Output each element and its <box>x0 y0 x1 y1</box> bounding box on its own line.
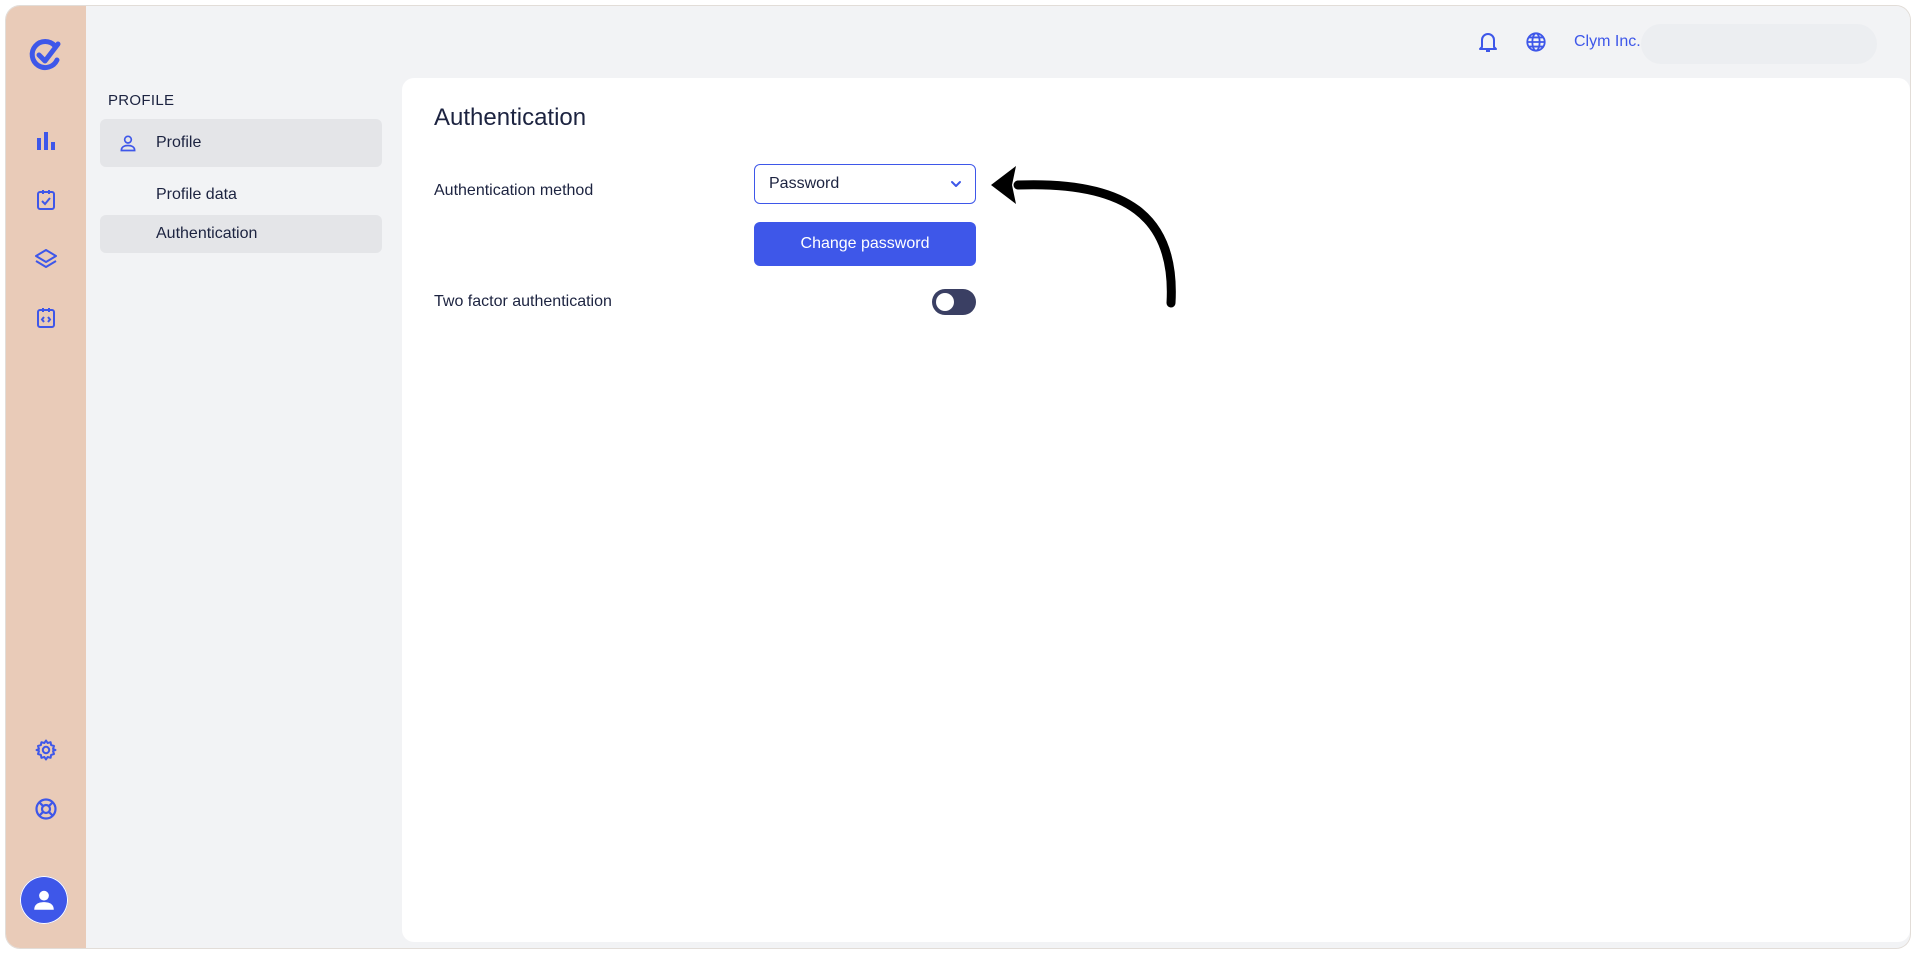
tasks-icon[interactable] <box>28 182 64 218</box>
layers-icon[interactable] <box>28 241 64 277</box>
app-window: Clym Inc. PROFILE Profile Profile data A… <box>6 6 1910 948</box>
toggle-knob <box>936 293 954 311</box>
auth-method-select[interactable]: Password <box>754 164 976 204</box>
user-avatar-button[interactable] <box>20 876 68 924</box>
top-bar: Clym Inc. <box>86 6 1910 76</box>
icon-rail <box>6 6 86 948</box>
main-area: Clym Inc. PROFILE Profile Profile data A… <box>86 6 1910 948</box>
sidebar-item-profile-data[interactable]: Profile data <box>100 176 382 214</box>
sidebar-item-label: Authentication <box>156 225 258 242</box>
user-avatar-icon <box>34 890 54 910</box>
two-factor-toggle[interactable] <box>932 289 976 315</box>
sidebar-item-profile[interactable]: Profile <box>100 119 382 167</box>
organization-name[interactable]: Clym Inc. <box>1574 33 1641 51</box>
auth-method-label: Authentication method <box>434 182 594 199</box>
auth-method-value: Password <box>769 175 840 192</box>
bell-icon[interactable] <box>1474 28 1502 56</box>
support-icon[interactable] <box>28 791 64 827</box>
chevron-down-icon <box>951 181 961 187</box>
analytics-icon[interactable] <box>28 123 64 159</box>
content-panel: Authentication Authentication method Pas… <box>402 78 1910 942</box>
settings-icon[interactable] <box>28 732 64 768</box>
sidebar-item-authentication[interactable]: Authentication <box>100 215 382 253</box>
code-clipboard-icon[interactable] <box>28 300 64 336</box>
sidebar-item-label: Profile data <box>156 186 237 203</box>
logo-icon[interactable] <box>26 34 66 74</box>
two-factor-label: Two factor authentication <box>434 293 612 310</box>
user-menu[interactable] <box>1641 24 1877 64</box>
page-title: Authentication <box>434 104 587 131</box>
person-icon <box>100 133 156 153</box>
sidebar-item-label: Profile <box>156 134 202 151</box>
globe-icon[interactable] <box>1522 28 1550 56</box>
change-password-button[interactable]: Change password <box>754 222 976 266</box>
sidebar-section-title: PROFILE <box>108 92 175 109</box>
